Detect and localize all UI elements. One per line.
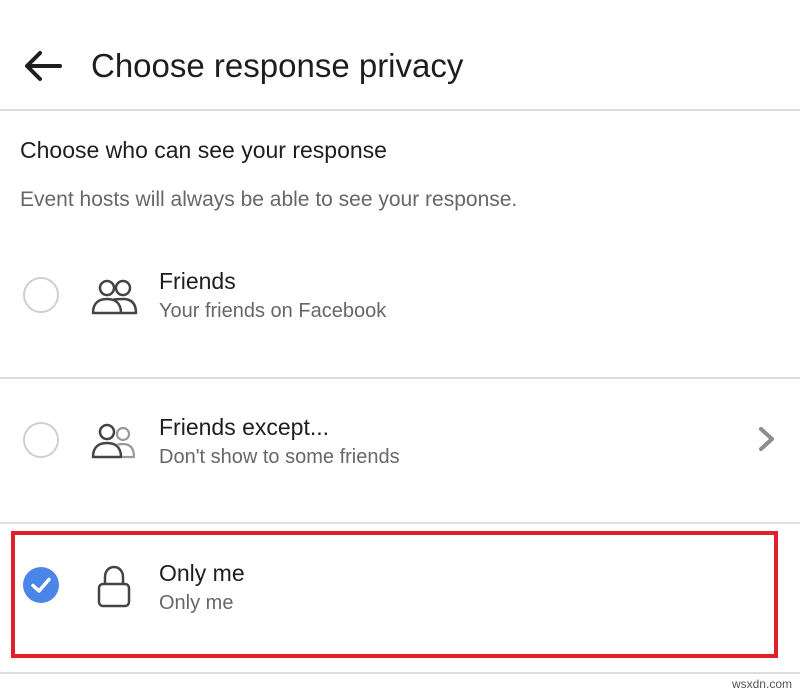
chevron-right-icon bbox=[759, 427, 774, 451]
option-friends[interactable]: Friends Your friends on Facebook bbox=[0, 235, 800, 379]
friends-icon bbox=[91, 279, 138, 315]
section-heading: Choose who can see your response bbox=[20, 137, 387, 163]
option-subtitle: Don't show to some friends bbox=[159, 446, 400, 468]
radio-only-me-selected[interactable] bbox=[23, 567, 59, 603]
watermark: wsxdn.com bbox=[731, 677, 792, 691]
app-header: Choose response privacy bbox=[0, 0, 800, 111]
option-title: Friends bbox=[159, 268, 236, 294]
option-only-me[interactable]: Only me Only me bbox=[0, 524, 800, 674]
lock-icon bbox=[97, 565, 131, 608]
option-friends-except[interactable]: Friends except... Don't show to some fri… bbox=[0, 379, 800, 524]
option-title: Only me bbox=[159, 560, 245, 586]
checkmark-icon bbox=[31, 577, 51, 593]
radio-friends[interactable] bbox=[23, 277, 59, 313]
option-subtitle: Your friends on Facebook bbox=[159, 300, 387, 322]
page-title: Choose response privacy bbox=[91, 47, 464, 84]
section-subtext: Event hosts will always be able to see y… bbox=[20, 188, 518, 211]
back-button[interactable] bbox=[18, 40, 70, 92]
arrow-left-icon bbox=[25, 51, 62, 81]
friends-except-icon bbox=[91, 423, 136, 459]
option-title: Friends except... bbox=[159, 414, 330, 440]
radio-friends-except[interactable] bbox=[23, 422, 59, 458]
privacy-page: Choose response privacy Choose who can s… bbox=[0, 0, 800, 697]
option-subtitle: Only me bbox=[159, 592, 234, 614]
